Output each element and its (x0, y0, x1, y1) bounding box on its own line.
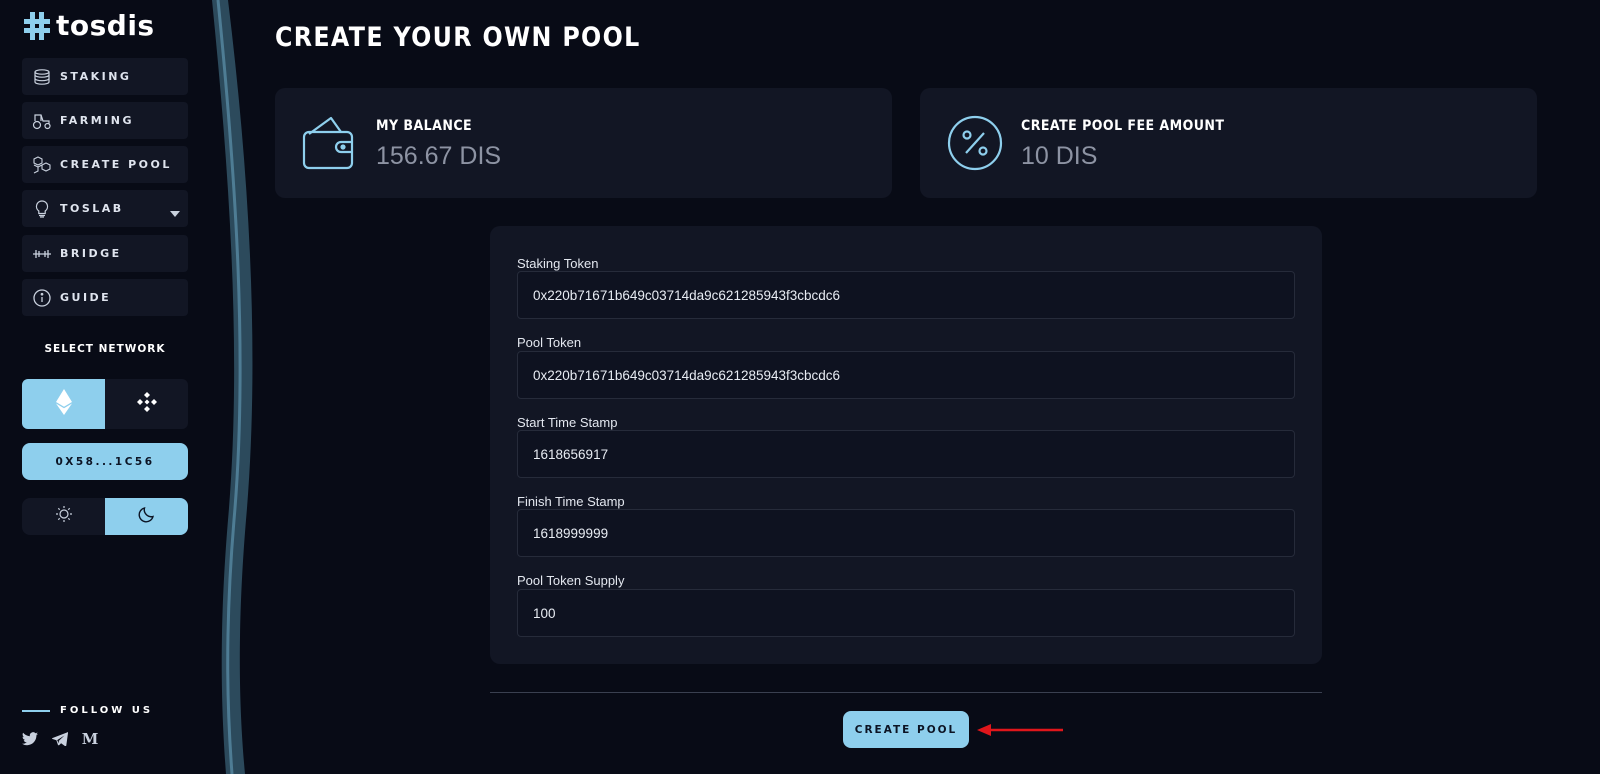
light-theme-button[interactable] (22, 498, 105, 535)
hashtag-logo-icon (22, 11, 52, 41)
create-pool-button[interactable]: CREATE POOL (843, 711, 969, 748)
staking-token-input[interactable]: 0x220b71671b649c03714da9c621285943f3cbcd… (517, 271, 1295, 319)
pool-token-supply-label: Pool Token Supply (517, 573, 625, 588)
chevron-down-icon[interactable] (170, 204, 180, 222)
start-time-stamp-input[interactable]: 1618656917 (517, 430, 1295, 478)
select-network-label: SELECT NETWORK (44, 343, 166, 355)
brand-name: tosdis (56, 9, 155, 42)
finish-time-stamp-label: Finish Time Stamp (517, 494, 625, 509)
sidebar-item-label: STAKING (60, 70, 132, 83)
network-toggle (22, 379, 188, 429)
percent-icon (946, 114, 1004, 172)
form-divider (490, 692, 1322, 693)
info-icon (32, 288, 52, 308)
bridge-icon (32, 244, 52, 264)
lightbulb-icon (32, 199, 52, 219)
telegram-icon[interactable] (52, 731, 68, 747)
sidebar-item-bridge[interactable]: BRIDGE (22, 235, 188, 272)
sidebar-item-toslab[interactable]: TOSLAB (22, 190, 188, 227)
balance-card: MY BALANCE 156.67 DIS (275, 88, 892, 198)
balance-label: MY BALANCE (376, 118, 473, 134)
create-pool-form: Staking Token 0x220b71671b649c03714da9c6… (490, 226, 1322, 664)
binance-icon (135, 390, 159, 419)
sidebar-item-label: GUIDE (60, 291, 112, 304)
staking-token-label: Staking Token (517, 256, 599, 271)
page-title: CREATE YOUR OWN POOL (275, 22, 641, 53)
pool-token-supply-input[interactable]: 100 (517, 589, 1295, 637)
sidebar-item-create-pool[interactable]: CREATE POOL (22, 146, 188, 183)
cubes-icon (32, 155, 52, 175)
sidebar-item-farming[interactable]: FARMING (22, 102, 188, 139)
sidebar-item-label: TOSLAB (60, 202, 124, 215)
annotation-arrow-icon (977, 724, 1063, 736)
dark-theme-button[interactable] (105, 498, 188, 535)
brand-logo[interactable]: tosdis (22, 10, 155, 42)
sidebar-item-label: FARMING (60, 114, 135, 127)
start-time-stamp-label: Start Time Stamp (517, 415, 618, 430)
pool-token-label: Pool Token (517, 335, 582, 350)
follow-us: FOLLOW US (22, 705, 153, 716)
balance-value: 156.67 DIS (376, 142, 502, 170)
sidebar-item-guide[interactable]: GUIDE (22, 279, 188, 316)
fee-card: CREATE POOL FEE AMOUNT 10 DIS (920, 88, 1537, 198)
wallet-icon (301, 114, 359, 172)
sidebar-item-staking[interactable]: STAKING (22, 58, 188, 95)
sidebar: tosdis STAKING FARMING CREATE POOL TOSLA… (0, 0, 220, 774)
moon-icon (138, 505, 156, 528)
medium-icon[interactable]: M (82, 730, 99, 748)
wallet-address-button[interactable]: 0X58...1C56 (22, 443, 188, 480)
social-links: M (22, 730, 99, 748)
twitter-icon[interactable] (22, 731, 38, 747)
finish-time-stamp-input[interactable]: 1618999999 (517, 509, 1295, 557)
fee-label: CREATE POOL FEE AMOUNT (1021, 118, 1225, 134)
sidebar-item-label: BRIDGE (60, 247, 122, 260)
follow-us-label: FOLLOW US (60, 705, 154, 716)
sun-icon (55, 505, 73, 528)
coins-icon (32, 67, 52, 87)
ethereum-icon (55, 388, 72, 420)
tractor-icon (32, 111, 52, 131)
follow-divider (22, 709, 50, 712)
pool-token-input[interactable]: 0x220b71671b649c03714da9c621285943f3cbcd… (517, 351, 1295, 399)
sidebar-item-label: CREATE POOL (60, 158, 172, 171)
fee-value: 10 DIS (1021, 142, 1098, 170)
network-ethereum-button[interactable] (22, 379, 105, 429)
network-binance-button[interactable] (105, 379, 188, 429)
theme-toggle (22, 498, 188, 535)
